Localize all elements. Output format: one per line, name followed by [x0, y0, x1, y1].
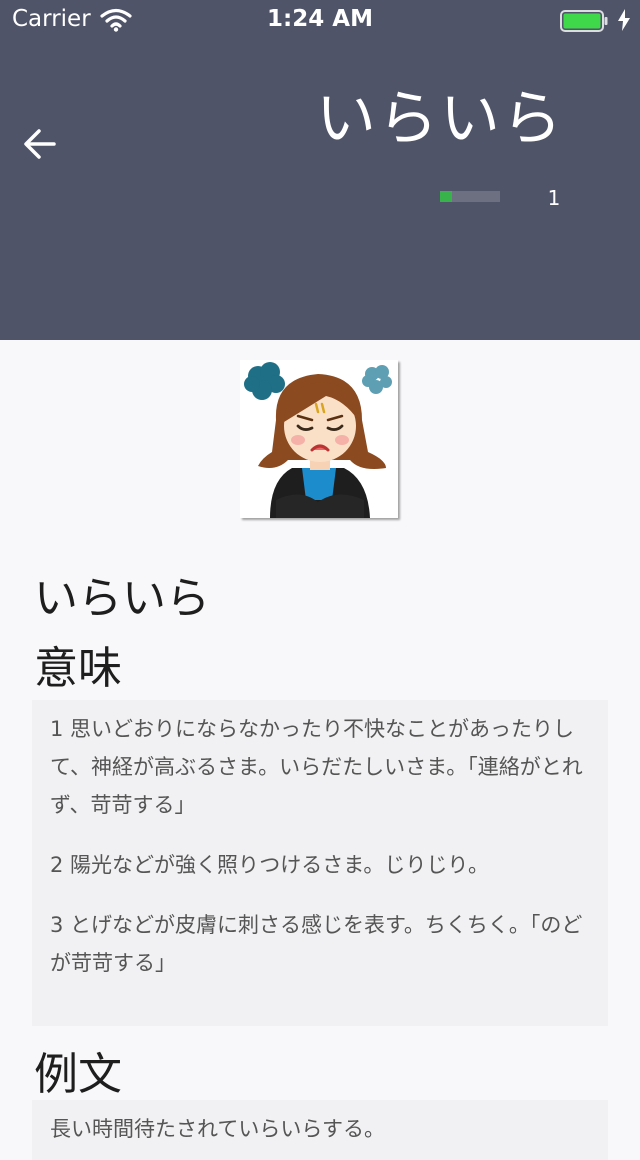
status-bar: Carrier 1:24 AM	[0, 0, 640, 40]
back-button[interactable]	[18, 122, 62, 166]
header-title: いらいら	[316, 84, 564, 154]
word-detail-content: いらいら 意味 1 思いどおりにならなかったり不快なことがあったりして、神経が高…	[0, 340, 640, 1160]
word-title: いらいら	[34, 573, 210, 624]
example-sentence: 長い時間待たされていらいらする。	[32, 1100, 608, 1160]
meaning-heading: 意味	[34, 643, 122, 694]
arrow-left-icon	[24, 129, 56, 159]
meaning-item: 3 とげなどが皮膚に刺さる感じを表す。ちくちく。「のどが苛苛する」	[50, 913, 583, 975]
battery-icon	[560, 10, 608, 32]
examples-heading: 例文	[34, 1049, 122, 1100]
irritated-woman-illustration	[240, 360, 398, 518]
status-time: 1:24 AM	[267, 6, 373, 32]
meaning-item: 2 陽光などが強く照りつけるさま。じりじり。	[50, 853, 489, 877]
app-header: Carrier 1:24 AM いらいら 1	[0, 0, 640, 340]
progress-bar	[440, 191, 500, 202]
progress-count: 1	[547, 186, 561, 210]
charging-bolt-icon	[618, 9, 630, 31]
meaning-item: 1 思いどおりにならなかったり不快なことがあったりして、神経が高ぶるさま。いらだ…	[50, 717, 583, 817]
progress-bar-fill	[440, 191, 452, 202]
meaning-list: 1 思いどおりにならなかったり不快なことがあったりして、神経が高ぶるさま。いらだ…	[32, 700, 608, 1026]
